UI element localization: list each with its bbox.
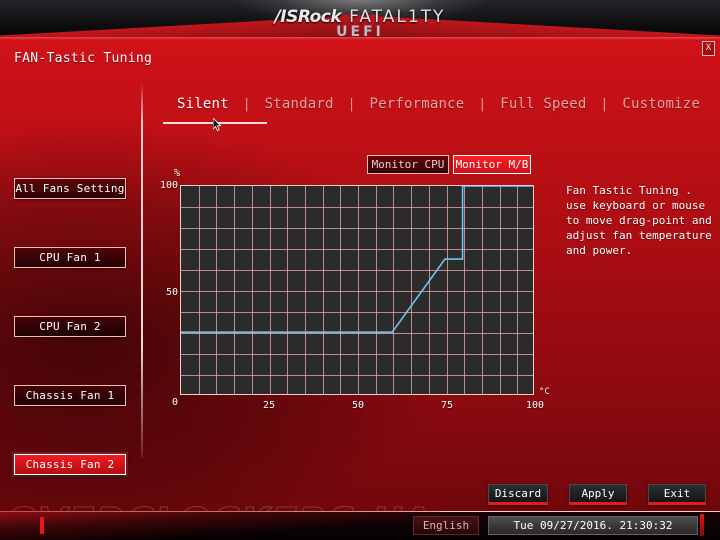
tab-silent[interactable]: Silent [163, 96, 243, 112]
tab-separator-4: | [600, 96, 609, 112]
language-selector[interactable]: English [413, 516, 479, 535]
tab-separator-3: | [478, 96, 487, 112]
tab-customize[interactable]: Customize [608, 96, 714, 112]
exit-button[interactable]: Exit [648, 484, 706, 505]
discard-button[interactable]: Discard [488, 484, 548, 505]
x-tick-25: 25 [263, 400, 276, 411]
fan-curve-polyline[interactable] [181, 186, 533, 332]
monitor-cpu-button[interactable]: Monitor CPU [367, 155, 449, 174]
fan-curve-chart[interactable] [180, 185, 534, 395]
system-datetime: Tue 09/27/2016. 21:30:32 [488, 516, 698, 535]
brand-logo-group: /ISRock FATAL1TY [0, 6, 720, 27]
mouse-cursor-icon [213, 118, 222, 132]
sidebar-item-cpu-fan-2[interactable]: CPU Fan 2 [14, 316, 126, 337]
tab-performance[interactable]: Performance [355, 96, 478, 112]
tab-separator-1: | [242, 96, 251, 112]
status-bar-sheen [0, 511, 441, 540]
apply-button[interactable]: Apply [569, 484, 627, 505]
status-accent-bar [40, 517, 44, 534]
sidebar-item-all-fans-setting[interactable]: All Fans Setting [14, 178, 126, 199]
sidebar-divider [141, 85, 143, 457]
y-tick-100: 100 [160, 180, 179, 191]
brand-bar: /ISRock FATAL1TY UEFI [0, 0, 720, 37]
y-axis-unit-label: % [174, 168, 181, 179]
help-text: Fan Tastic Tuning . use keyboard or mous… [566, 184, 712, 257]
profile-tabs: Silent | Standard | Performance | Full S… [163, 96, 714, 112]
sidebar-item-chassis-fan-1[interactable]: Chassis Fan 1 [14, 385, 126, 406]
sidebar-item-chassis-fan-2[interactable]: Chassis Fan 2 [14, 454, 126, 475]
y-tick-50: 50 [166, 287, 179, 298]
sidebar-item-cpu-fan-1[interactable]: CPU Fan 1 [14, 247, 126, 268]
close-icon[interactable]: X [702, 41, 715, 56]
x-tick-75: 75 [441, 400, 454, 411]
x-axis-unit-label: °C [539, 387, 550, 397]
fatality-wordmark: FATAL1TY [349, 6, 446, 27]
asrock-logo: /ISRock [274, 6, 342, 27]
uefi-screen: /ISRock FATAL1TY UEFI FAN-Tastic Tuning X… [0, 0, 720, 540]
x-tick-100: 100 [526, 400, 545, 411]
tab-separator-2: | [347, 96, 356, 112]
fan-curve-line[interactable] [181, 186, 533, 395]
tab-full-speed[interactable]: Full Speed [486, 96, 600, 112]
tab-standard[interactable]: Standard [251, 96, 348, 112]
status-right-accent [700, 514, 704, 536]
monitor-mb-button[interactable]: Monitor M/B [453, 155, 531, 174]
y-tick-0: 0 [172, 397, 179, 408]
x-tick-50: 50 [352, 400, 365, 411]
page-title: FAN-Tastic Tuning [14, 51, 153, 66]
